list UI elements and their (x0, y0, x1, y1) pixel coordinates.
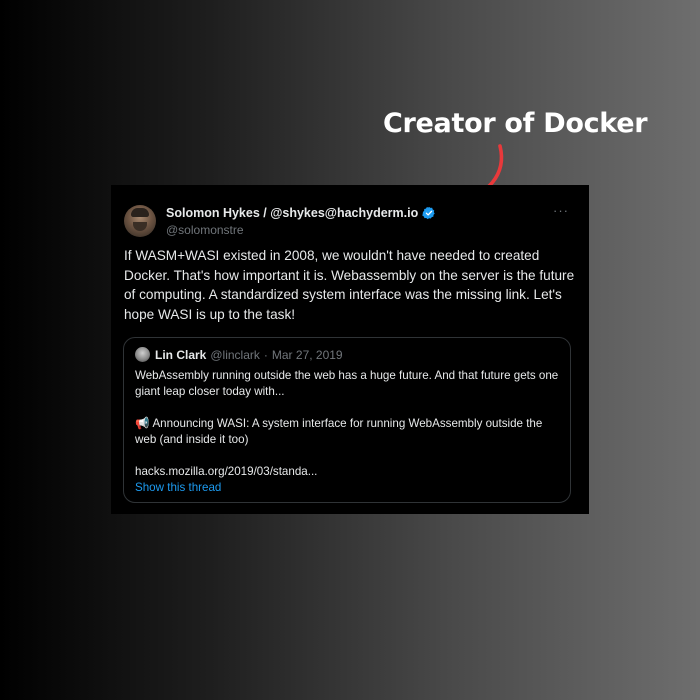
author-name[interactable]: Solomon Hykes / @shykes@hachyderm.io (166, 206, 418, 220)
author-avatar[interactable] (124, 205, 156, 237)
tweet-card[interactable]: Solomon Hykes / @shykes@hachyderm.io @so… (111, 185, 589, 514)
quoted-paragraph-2-row: 📢 Announcing WASI: A system interface for… (135, 416, 563, 448)
more-options-icon[interactable]: ··· (553, 203, 569, 218)
annotation-label: Creator of Docker (383, 108, 648, 139)
quoted-tweet-header: Lin Clark @linclark · Mar 27, 2019 (135, 347, 343, 362)
tweet-text: If WASM+WASI existed in 2008, we wouldn'… (124, 248, 575, 322)
quoted-author-handle: @linclark (210, 347, 260, 362)
quoted-tweet[interactable]: Lin Clark @linclark · Mar 27, 2019 WebAs… (123, 337, 571, 503)
quoted-author-name: Lin Clark (155, 347, 207, 362)
quoted-paragraph-1: WebAssembly running outside the web has … (135, 369, 559, 398)
author-handle[interactable]: @solomonstre (166, 223, 244, 237)
show-thread-link[interactable]: Show this thread (135, 480, 563, 496)
quoted-tweet-date: Mar 27, 2019 (271, 347, 343, 362)
verified-badge-icon (422, 206, 435, 220)
quoted-paragraph-2: Announcing WASI: A system interface for … (135, 417, 543, 446)
quoted-link[interactable]: hacks.mozilla.org/2019/03/standa... (135, 464, 563, 480)
megaphone-icon: 📢 (135, 417, 150, 430)
header-separator: · (263, 347, 268, 362)
quoted-author-avatar (135, 347, 150, 362)
author-name-row: Solomon Hykes / @shykes@hachyderm.io (166, 206, 436, 220)
quoted-tweet-body: WebAssembly running outside the web has … (135, 368, 563, 496)
